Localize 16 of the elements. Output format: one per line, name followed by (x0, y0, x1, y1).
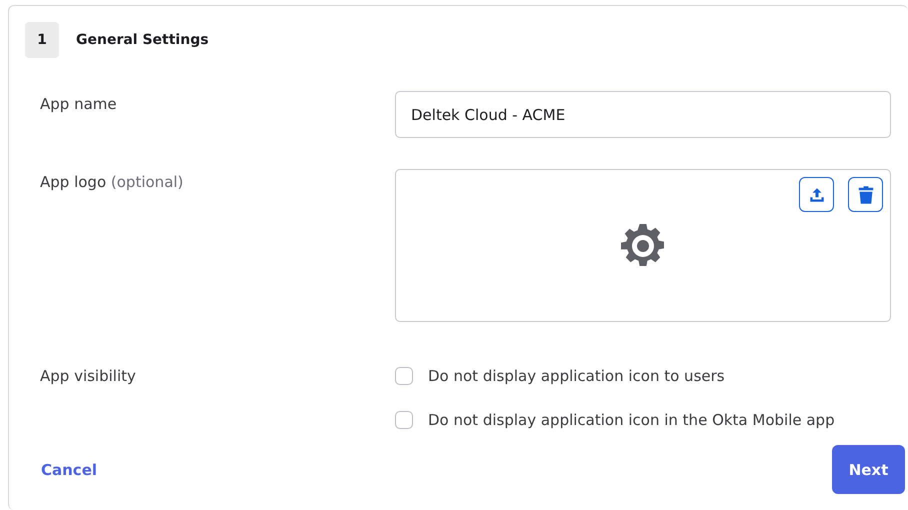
section-title: General Settings (76, 32, 209, 48)
checkbox-label: Do not display application icon in the Okta Mobile app (428, 411, 835, 429)
field-label: App name (39, 94, 117, 115)
checkbox-label: Do not display application icon to users (428, 367, 725, 385)
app-name-field[interactable]: Deltek Cloud - ACME (395, 91, 891, 138)
checkbox[interactable] (395, 367, 413, 385)
checkbox[interactable] (395, 411, 413, 429)
delete-button[interactable] (848, 177, 883, 212)
cancel-link[interactable]: Cancel (25, 460, 98, 478)
upload-icon (808, 186, 826, 204)
field-label: App visibility (39, 367, 136, 387)
upload-button[interactable] (799, 177, 834, 212)
step-number: 1 (25, 22, 59, 58)
trash-icon (858, 186, 874, 204)
field-label: App logo (optional) (39, 172, 184, 193)
next-button[interactable]: Next (832, 445, 905, 494)
